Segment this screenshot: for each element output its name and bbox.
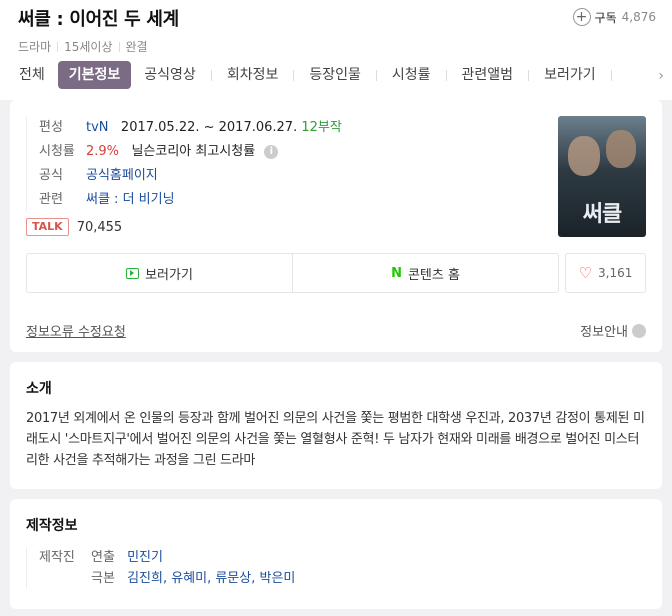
poster-title: 써클 [582,202,622,227]
talk-badge: TALK [26,218,69,236]
info-icon [632,323,646,338]
action-group: 보러가기 N 콘텐츠 홈 [26,253,559,293]
tab-all[interactable]: 전체 [10,61,54,89]
rating-type: 최고시청률 [195,144,256,159]
intro-text: 2017년 외계에서 온 인물의 등장과 함께 벌어진 의문의 사건을 쫓는 평… [26,411,645,468]
related-title-link[interactable]: 써클 : 더 비기닝 [86,188,175,212]
info-guide-button[interactable]: 정보안내 [580,321,646,340]
tab-official-video[interactable]: 공식영상 [135,61,205,89]
meta-divider [118,41,120,52]
info-section: 편성 tvN 2017.05.22. ~ 2017.06.27. 12부작 시청… [26,116,646,236]
tab-episode-info[interactable]: 회차정보 [218,61,288,89]
tab-divider [445,69,447,81]
tab-divider [610,69,612,81]
director-row: 연출 민진기 [91,547,295,568]
like-button[interactable]: ♡ 3,161 [565,253,646,293]
watch-label: 보러가기 [145,267,193,283]
tab-basic-info[interactable]: 기본정보 [57,61,132,89]
talk-count: 70,455 [76,219,123,235]
tab-divider [375,69,377,81]
official-homepage-link[interactable]: 공식홈페이지 [86,164,158,188]
writer-role: 극본 [91,571,115,586]
content-home-button[interactable]: N 콘텐츠 홈 [292,254,558,292]
page-title: 써클 : 이어진 두 세계 [18,9,179,30]
meta-divider [57,41,59,52]
production-title: 제작정보 [26,518,78,534]
card-footer: 정보오류 수정요청 정보안내 [26,321,646,340]
watch-button[interactable]: 보러가기 [27,254,292,292]
poster-figure [606,130,636,168]
poster-image[interactable]: 써클 [558,116,646,237]
broadcast-value: tvN 2017.05.22. ~ 2017.06.27. 12부작 [86,116,342,140]
writer-links[interactable]: 김진희, 유혜미, 류문상, 박은미 [127,571,295,586]
tab-ratings[interactable]: 시청률 [383,61,440,89]
tab-where-to-watch[interactable]: 보러가기 [535,61,605,89]
rating-row: 시청률 2.9% 닐슨코리아 최고시청률 i [39,140,536,164]
poster-figure [568,136,600,176]
plus-circle-icon: + [572,8,591,26]
info-guide-label: 정보안내 [580,325,628,340]
chevron-right-icon[interactable]: › [658,68,664,84]
info-list: 편성 tvN 2017.05.22. ~ 2017.06.27. 12부작 시청… [26,116,536,212]
writer-row: 극본 김진희, 유혜미, 류문상, 박은미 [91,568,295,589]
tab-divider [210,69,212,81]
subscribe-button[interactable]: + 구독 4,876 [572,8,656,26]
director-role: 연출 [91,550,115,565]
page-header: 써클 : 이어진 두 세계 + 구독 4,876 드라마 15세이상 완결 전체… [0,0,672,100]
episode-count: 12부작 [301,120,342,135]
like-count: 3,161 [598,266,633,280]
director-link[interactable]: 민진기 [127,550,163,565]
production-rows: 연출 민진기 극본 김진희, 유혜미, 류문상, 박은미 [91,547,295,589]
basic-info-card: 편성 tvN 2017.05.22. ~ 2017.06.27. 12부작 시청… [10,100,662,352]
meta-status: 완결 [125,40,148,54]
tab-divider [528,69,530,81]
tab-bar: 전체 기본정보 공식영상 회차정보 등장인물 시청률 관련앨범 보러가기 [10,61,640,89]
production-label: 제작진 [39,550,75,565]
broadcast-row: 편성 tvN 2017.05.22. ~ 2017.06.27. 12부작 [39,116,536,140]
tab-characters[interactable]: 등장인물 [300,61,370,89]
production-info: 제작진 연출 민진기 극본 김진희, 유혜미, 류문상, 박은미 [26,547,646,589]
broadcast-label: 편성 [39,120,63,135]
meta-genre: 드라마 [18,40,52,54]
related-row: 관련 써클 : 더 비기닝 [39,188,536,212]
broadcast-period: 2017.05.22. ~ 2017.06.27. [120,120,298,135]
rating-value: 2.9% [86,144,120,159]
production-card: 제작정보 제작진 연출 민진기 극본 김진희, 유혜미, 류문상, 박은미 [10,499,662,609]
rating-label: 시청률 [39,144,75,159]
play-icon [126,267,140,279]
meta-info: 드라마 15세이상 완결 [18,38,654,55]
tab-divider [293,69,295,81]
subscribe-count: 4,876 [621,10,656,24]
official-label: 공식 [39,168,63,183]
talk-row[interactable]: TALK 70,455 [26,218,646,236]
rating-source: 닐슨코리아 [131,144,192,159]
rating-value-group: 2.9% 닐슨코리아 최고시청률 i [86,140,279,164]
meta-age-rating: 15세이상 [64,40,113,54]
tab-overflow[interactable] [618,61,640,89]
channel-link[interactable]: tvN [86,120,109,135]
info-icon[interactable]: i [264,144,279,159]
heart-icon: ♡ [578,264,593,282]
report-error-link[interactable]: 정보오류 수정요청 [26,321,126,340]
naver-n-icon: N [391,265,402,281]
content-home-label: 콘텐츠 홈 [407,267,460,283]
intro-card: 소개 2017년 외계에서 온 인물의 등장과 함께 벌어진 의문의 사건을 쫓… [10,362,662,489]
action-row: 보러가기 N 콘텐츠 홈 ♡ 3,161 [26,253,646,293]
intro-title: 소개 [26,381,52,397]
official-row: 공식 공식홈페이지 [39,164,536,188]
tab-related-album[interactable]: 관련앨범 [453,61,523,89]
related-label: 관련 [39,192,63,207]
subscribe-label: 구독 [594,10,617,25]
